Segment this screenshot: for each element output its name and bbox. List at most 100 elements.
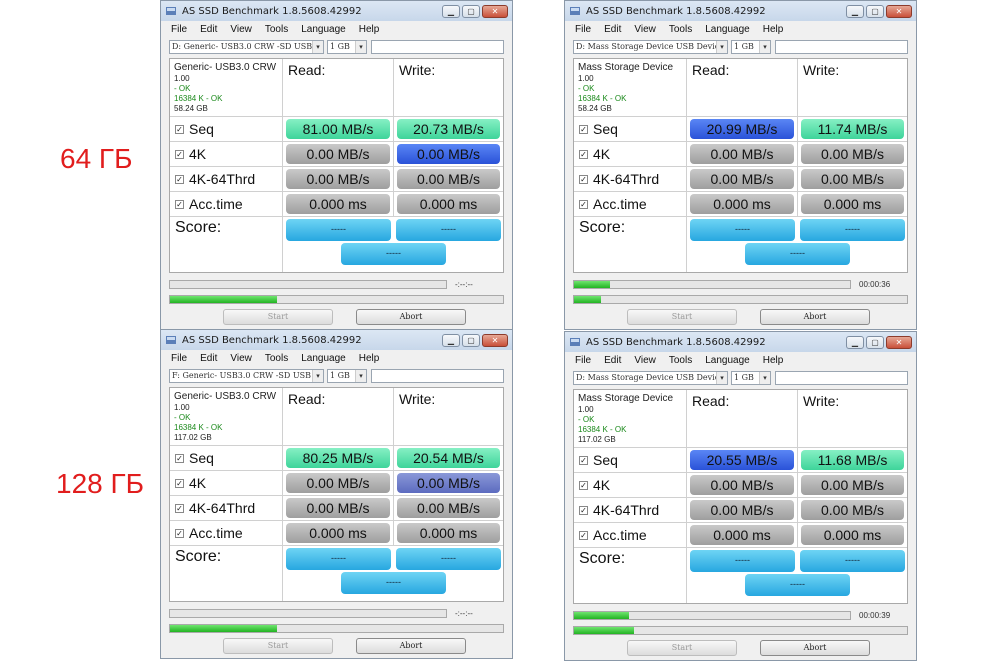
checkbox[interactable]: ✓ — [579, 455, 588, 465]
title-bar: AS SSD Benchmark 1.8.5608.42992 ▁ ▢ ✕ — [161, 1, 512, 21]
test-name: 4K — [593, 146, 611, 162]
read-value: 0.00 MB/s — [286, 144, 390, 164]
close-icon[interactable]: ✕ — [886, 4, 912, 18]
menu-help[interactable]: Help — [763, 24, 784, 35]
start-button[interactable]: Start — [223, 638, 333, 654]
close-icon[interactable]: ✕ — [482, 333, 508, 347]
drive-select[interactable]: F: Generic- USB3.0 CRW -SD USB ▾ — [169, 369, 324, 383]
write-value: 0.000 ms — [801, 194, 904, 214]
menu-file[interactable]: File — [575, 24, 591, 35]
menu-language[interactable]: Language — [705, 355, 750, 366]
checkbox[interactable]: ✓ — [175, 149, 184, 159]
size-select[interactable]: 1 GB ▾ — [731, 40, 771, 54]
size-select[interactable]: 1 GB ▾ — [731, 371, 771, 385]
drive-select[interactable]: D: Generic- USB3.0 CRW -SD USB ▾ — [169, 40, 324, 54]
menu-edit[interactable]: Edit — [604, 24, 621, 35]
menu-file[interactable]: File — [171, 353, 187, 364]
checkbox[interactable]: ✓ — [175, 478, 184, 488]
read-value: 0.000 ms — [690, 194, 794, 214]
minimize-icon[interactable]: ▁ — [442, 4, 460, 18]
checkbox[interactable]: ✓ — [175, 503, 184, 513]
write-header: Write: — [803, 393, 840, 409]
start-button[interactable]: Start — [627, 309, 737, 325]
maximize-icon[interactable]: ▢ — [866, 4, 884, 18]
checkbox[interactable]: ✓ — [579, 199, 588, 209]
checkbox[interactable]: ✓ — [175, 453, 184, 463]
overall-progress-bar — [169, 295, 504, 304]
size-select[interactable]: 1 GB ▾ — [327, 40, 367, 54]
drive-select[interactable]: D: Mass Storage Device USB Device ▾ — [573, 40, 728, 54]
overall-progress-bar — [573, 295, 908, 304]
menu-language[interactable]: Language — [301, 24, 346, 35]
checkbox[interactable]: ✓ — [175, 528, 184, 538]
total-score: ----- — [341, 243, 446, 265]
start-button[interactable]: Start — [627, 640, 737, 656]
app-icon — [569, 5, 581, 17]
menu-edit[interactable]: Edit — [200, 24, 217, 35]
menu-help[interactable]: Help — [359, 24, 380, 35]
score-row: Score: ----- ----- ----- — [574, 548, 907, 603]
checkbox[interactable]: ✓ — [175, 199, 184, 209]
driver-status: - OK — [578, 415, 595, 424]
result-row-4k-64thrd: ✓ 4K-64Thrd 0.00 MB/s 0.00 MB/s — [170, 167, 503, 192]
drive-select[interactable]: D: Mass Storage Device USB Device ▾ — [573, 371, 728, 385]
maximize-icon[interactable]: ▢ — [462, 4, 480, 18]
write-value: 0.00 MB/s — [397, 473, 500, 493]
chevron-down-icon: ▾ — [759, 41, 770, 53]
menu-view[interactable]: View — [634, 355, 656, 366]
checkbox[interactable]: ✓ — [579, 174, 588, 184]
checkbox[interactable]: ✓ — [579, 480, 588, 490]
menu-view[interactable]: View — [634, 24, 656, 35]
menu-tools[interactable]: Tools — [669, 355, 692, 366]
result-row-4k: ✓ 4K 0.00 MB/s 0.00 MB/s — [574, 142, 907, 167]
menu-file[interactable]: File — [575, 355, 591, 366]
test-name: Seq — [593, 121, 618, 137]
menu-edit[interactable]: Edit — [200, 353, 217, 364]
menu-tools[interactable]: Tools — [265, 353, 288, 364]
benchmark-window-2: AS SSD Benchmark 1.8.5608.42992 ▁ ▢ ✕ Fi… — [564, 0, 917, 330]
result-row-seq: ✓ Seq 20.55 MB/s 11.68 MB/s — [574, 448, 907, 473]
menu-language[interactable]: Language — [301, 353, 346, 364]
menu-language[interactable]: Language — [705, 24, 750, 35]
abort-button[interactable]: Abort — [356, 638, 466, 654]
abort-button[interactable]: Abort — [760, 309, 870, 325]
close-icon[interactable]: ✕ — [886, 335, 912, 349]
minimize-icon[interactable]: ▁ — [846, 4, 864, 18]
abort-button[interactable]: Abort — [760, 640, 870, 656]
device-name: Generic- USB3.0 CRW — [174, 391, 277, 402]
test-label: ✓ 4K — [574, 142, 687, 166]
size-select[interactable]: 1 GB ▾ — [327, 369, 367, 383]
total-score: ----- — [341, 572, 446, 594]
checkbox[interactable]: ✓ — [579, 530, 588, 540]
minimize-icon[interactable]: ▁ — [846, 335, 864, 349]
menu-view[interactable]: View — [230, 24, 252, 35]
minimize-icon[interactable]: ▁ — [442, 333, 460, 347]
checkbox[interactable]: ✓ — [579, 124, 588, 134]
menu-view[interactable]: View — [230, 353, 252, 364]
maximize-icon[interactable]: ▢ — [866, 335, 884, 349]
menu-edit[interactable]: Edit — [604, 355, 621, 366]
read-header: Read: — [283, 59, 394, 116]
drive-capacity: 117.02 GB — [578, 435, 616, 444]
menu-bar: File Edit View Tools Language Help — [565, 352, 916, 369]
alignment-status: 16384 K - OK — [578, 94, 627, 103]
menu-help[interactable]: Help — [763, 355, 784, 366]
maximize-icon[interactable]: ▢ — [462, 333, 480, 347]
test-name: 4K — [189, 146, 207, 162]
close-icon[interactable]: ✕ — [482, 4, 508, 18]
menu-tools[interactable]: Tools — [265, 24, 288, 35]
menu-help[interactable]: Help — [359, 353, 380, 364]
menu-file[interactable]: File — [171, 24, 187, 35]
app-icon — [165, 334, 177, 346]
write-value: 0.000 ms — [397, 523, 500, 543]
read-value: 0.000 ms — [286, 194, 390, 214]
abort-button[interactable]: Abort — [356, 309, 466, 325]
start-button[interactable]: Start — [223, 309, 333, 325]
checkbox[interactable]: ✓ — [175, 124, 184, 134]
checkbox[interactable]: ✓ — [175, 174, 184, 184]
menu-tools[interactable]: Tools — [669, 24, 692, 35]
checkbox[interactable]: ✓ — [579, 505, 588, 515]
chevron-down-icon: ▾ — [716, 41, 727, 53]
benchmark-window-3: AS SSD Benchmark 1.8.5608.42992 ▁ ▢ ✕ Fi… — [160, 329, 513, 659]
checkbox[interactable]: ✓ — [579, 149, 588, 159]
